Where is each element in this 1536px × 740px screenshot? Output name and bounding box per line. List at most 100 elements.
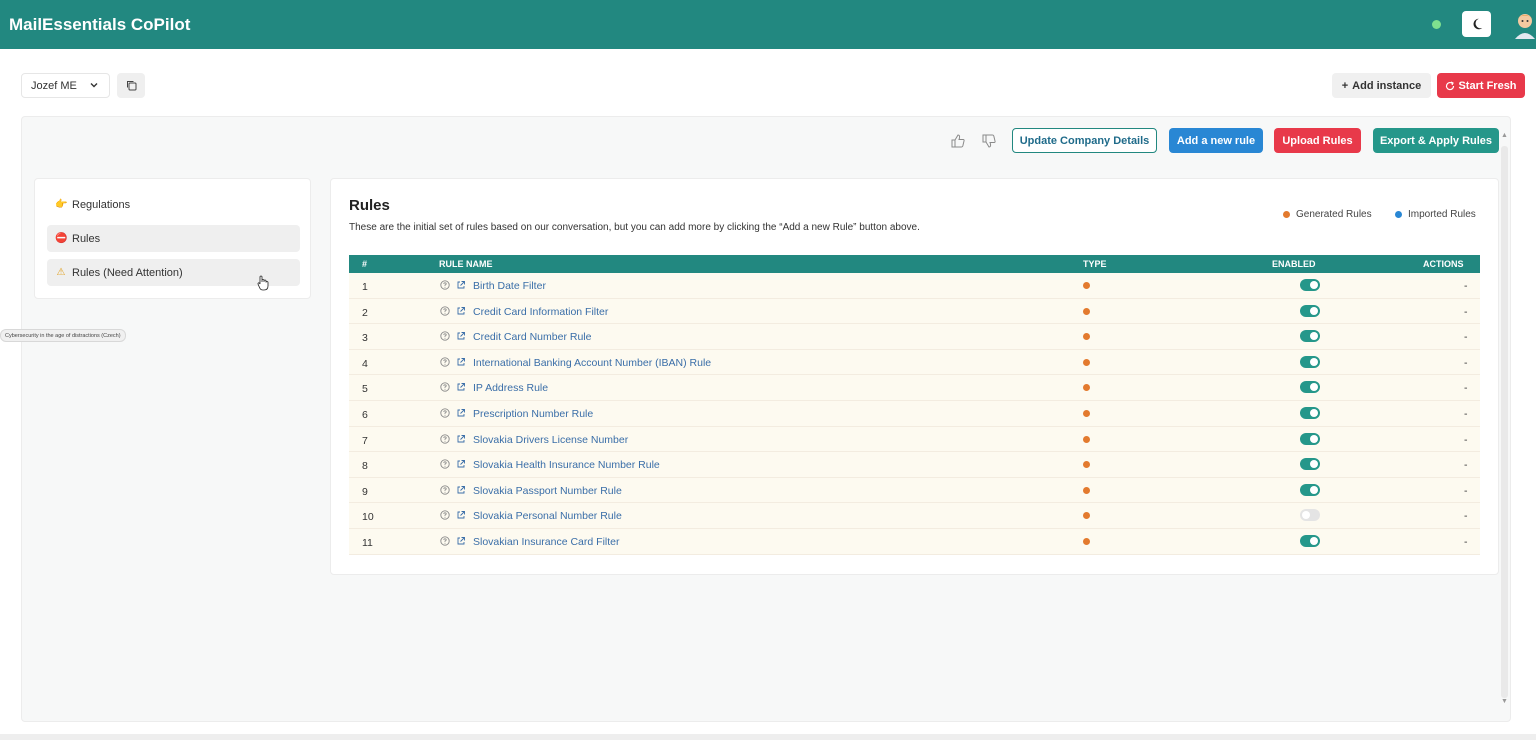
external-link-icon[interactable] [456,306,466,316]
external-link-icon[interactable] [456,280,466,290]
scrollbar[interactable] [1501,146,1508,698]
row-actions: - [1464,356,1468,369]
theme-toggle-button[interactable] [1462,11,1491,37]
rule-name-link[interactable]: Slovakia Drivers License Number [473,434,628,446]
table-row: 1 Birth Date Filter - [349,273,1480,299]
table-row: 9 Slovakia Passport Number Rule - [349,478,1480,504]
column-header-enabled[interactable]: ENABLED [1272,259,1316,269]
table-row: 6 Prescription Number Rule - [349,401,1480,427]
row-number: 8 [362,460,368,473]
rule-name-link[interactable]: Prescription Number Rule [473,408,593,420]
type-generated-dot-icon [1083,410,1090,417]
external-link-icon[interactable] [456,459,466,469]
rule-name-link[interactable]: International Banking Account Number (IB… [473,357,711,369]
app-title: MailEssentials CoPilot [9,15,191,34]
thumbs-down-icon[interactable] [981,133,997,149]
toggle-knob [1310,383,1318,392]
rule-name-link[interactable]: Birth Date Filter [473,280,546,292]
table-row: 4 International Banking Account Number (I… [349,350,1480,376]
toggle-knob [1310,537,1318,545]
enabled-toggle[interactable] [1300,535,1320,547]
row-actions: - [1464,510,1468,523]
instance-select-value: Jozef ME [31,79,77,92]
column-header-type[interactable]: TYPE [1083,259,1107,269]
column-header-number: # [362,259,368,269]
sidebar-item-rules[interactable]: ⛔ Rules [47,225,300,252]
table-row: 5 IP Address Rule - [349,375,1480,401]
update-company-details-button[interactable]: Update Company Details [1012,128,1157,153]
scroll-down-arrow-icon[interactable]: ▼ [1501,698,1508,705]
help-circle-icon[interactable] [440,331,450,341]
help-circle-icon[interactable] [440,382,450,393]
upload-rules-button[interactable]: Upload Rules [1274,128,1361,153]
help-circle-icon[interactable] [440,485,450,495]
rules-description: These are the initial set of rules based… [349,222,920,233]
legend-label: Generated Rules [1296,209,1372,220]
rule-name-link[interactable]: Slovakia Personal Number Rule [473,510,622,522]
instance-select[interactable]: Jozef ME [21,73,110,98]
help-circle-icon[interactable] [440,536,450,546]
external-link-icon[interactable] [456,408,466,418]
rule-name-link[interactable]: IP Address Rule [473,382,548,394]
type-generated-dot-icon [1083,486,1090,494]
avatar[interactable] [1512,11,1536,39]
rule-name-link[interactable]: Slovakia Health Insurance Number Rule [473,459,660,471]
thumbs-up-icon[interactable] [950,133,966,149]
help-circle-icon[interactable] [440,305,450,316]
external-link-icon[interactable] [456,357,466,367]
sidebar-item-label: Regulations [72,198,131,211]
help-circle-icon[interactable] [440,408,450,418]
row-number: 5 [362,383,368,396]
copy-instance-button[interactable] [117,73,145,98]
no-entry-icon: ⛔ [55,233,68,244]
type-generated-dot-icon [1083,512,1090,520]
column-header-rule-name[interactable]: RULE NAME [439,259,493,269]
start-fresh-button[interactable]: Start Fresh [1437,73,1525,98]
enabled-toggle[interactable] [1300,330,1320,343]
toggle-knob [1310,409,1318,417]
enabled-toggle[interactable] [1300,458,1320,471]
add-instance-button[interactable]: + Add instance [1332,73,1431,98]
legend-generated-rules: Generated Rules [1283,209,1372,220]
row-number: 3 [362,332,368,345]
help-circle-icon[interactable] [440,280,450,290]
help-circle-icon[interactable] [440,433,450,444]
bottom-bar [0,734,1536,740]
page-title: Rules [349,197,390,214]
enabled-toggle[interactable] [1300,407,1320,419]
external-link-icon[interactable] [456,331,466,341]
enabled-toggle[interactable] [1300,381,1320,394]
top-bar: MailEssentials CoPilot [0,0,1536,49]
status-indicator [1432,20,1441,29]
scroll-up-arrow-icon[interactable]: ▲ [1501,132,1508,139]
add-new-rule-button[interactable]: Add a new rule [1169,128,1263,153]
table-row: 11 Slovakian Insurance Card Filter - [349,529,1480,555]
help-circle-icon[interactable] [440,357,450,367]
row-actions: - [1464,459,1468,472]
pointing-hand-icon: 👉 [55,199,68,210]
rule-name-link[interactable]: Credit Card Information Filter [473,306,608,318]
sidebar-item-regulations[interactable]: 👉 Regulations [47,191,300,218]
external-link-icon[interactable] [456,485,466,495]
external-link-icon[interactable] [456,536,466,546]
enabled-toggle[interactable] [1300,304,1320,317]
imported-dot-icon [1395,211,1402,218]
rule-name-link[interactable]: Credit Card Number Rule [473,331,591,343]
enabled-toggle[interactable] [1300,509,1320,522]
enabled-toggle[interactable] [1300,355,1320,368]
export-apply-rules-button[interactable]: Export & Apply Rules [1373,128,1499,153]
rule-name-link[interactable]: Slovakian Insurance Card Filter [473,536,619,548]
toggle-knob [1310,434,1318,443]
enabled-toggle[interactable] [1300,483,1320,496]
external-link-icon[interactable] [456,382,466,392]
type-generated-dot-icon [1083,461,1090,469]
rule-name-link[interactable]: Slovakia Passport Number Rule [473,485,622,497]
enabled-toggle[interactable] [1300,432,1320,445]
external-link-icon[interactable] [456,434,466,444]
external-link-icon[interactable] [456,510,466,520]
table-row: 8 Slovakia Health Insurance Number Rule - [349,452,1480,478]
enabled-toggle[interactable] [1300,279,1320,291]
help-circle-icon[interactable] [440,510,450,521]
help-circle-icon[interactable] [440,459,450,469]
type-generated-dot-icon [1083,384,1090,392]
